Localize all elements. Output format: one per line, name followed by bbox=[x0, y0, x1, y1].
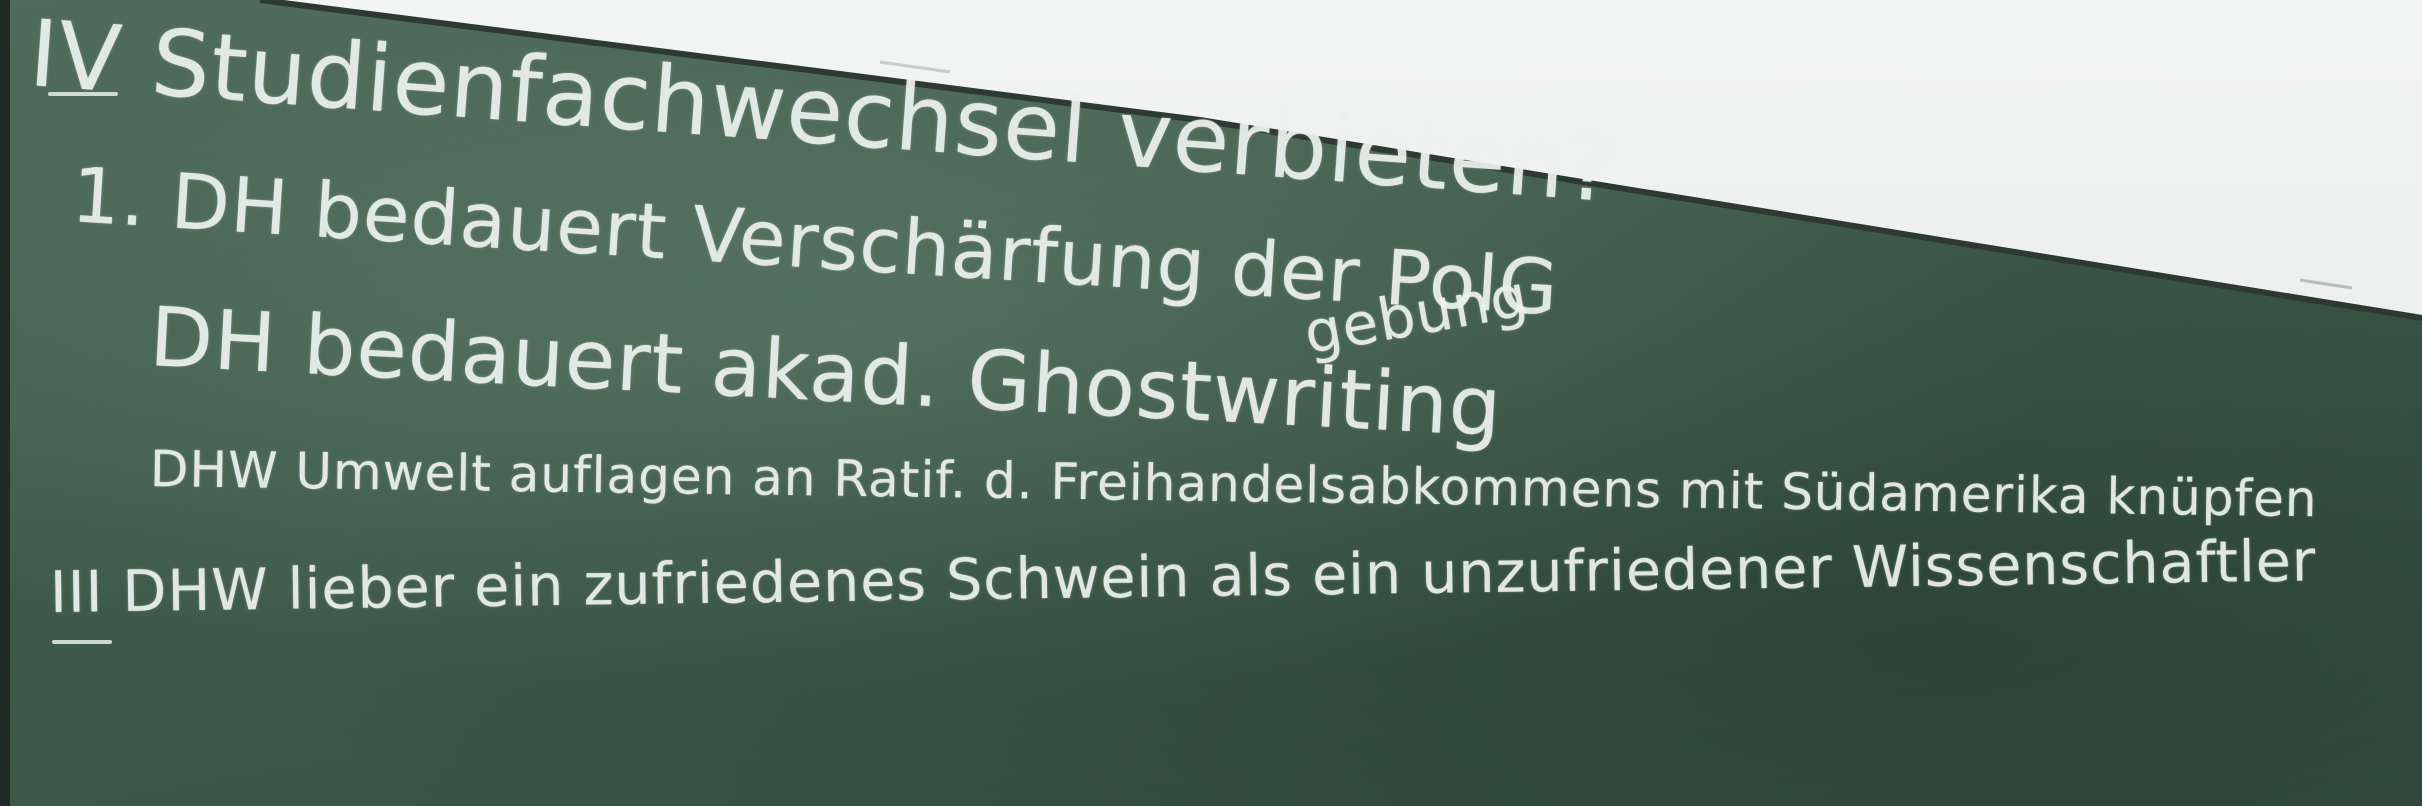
chalkboard-frame-left bbox=[0, 0, 10, 806]
underline-mark bbox=[48, 92, 118, 96]
underline-mark-2 bbox=[52, 640, 112, 644]
photo-scene: IV Studienfachwechsel verbieten? 1. DH b… bbox=[0, 0, 2422, 806]
